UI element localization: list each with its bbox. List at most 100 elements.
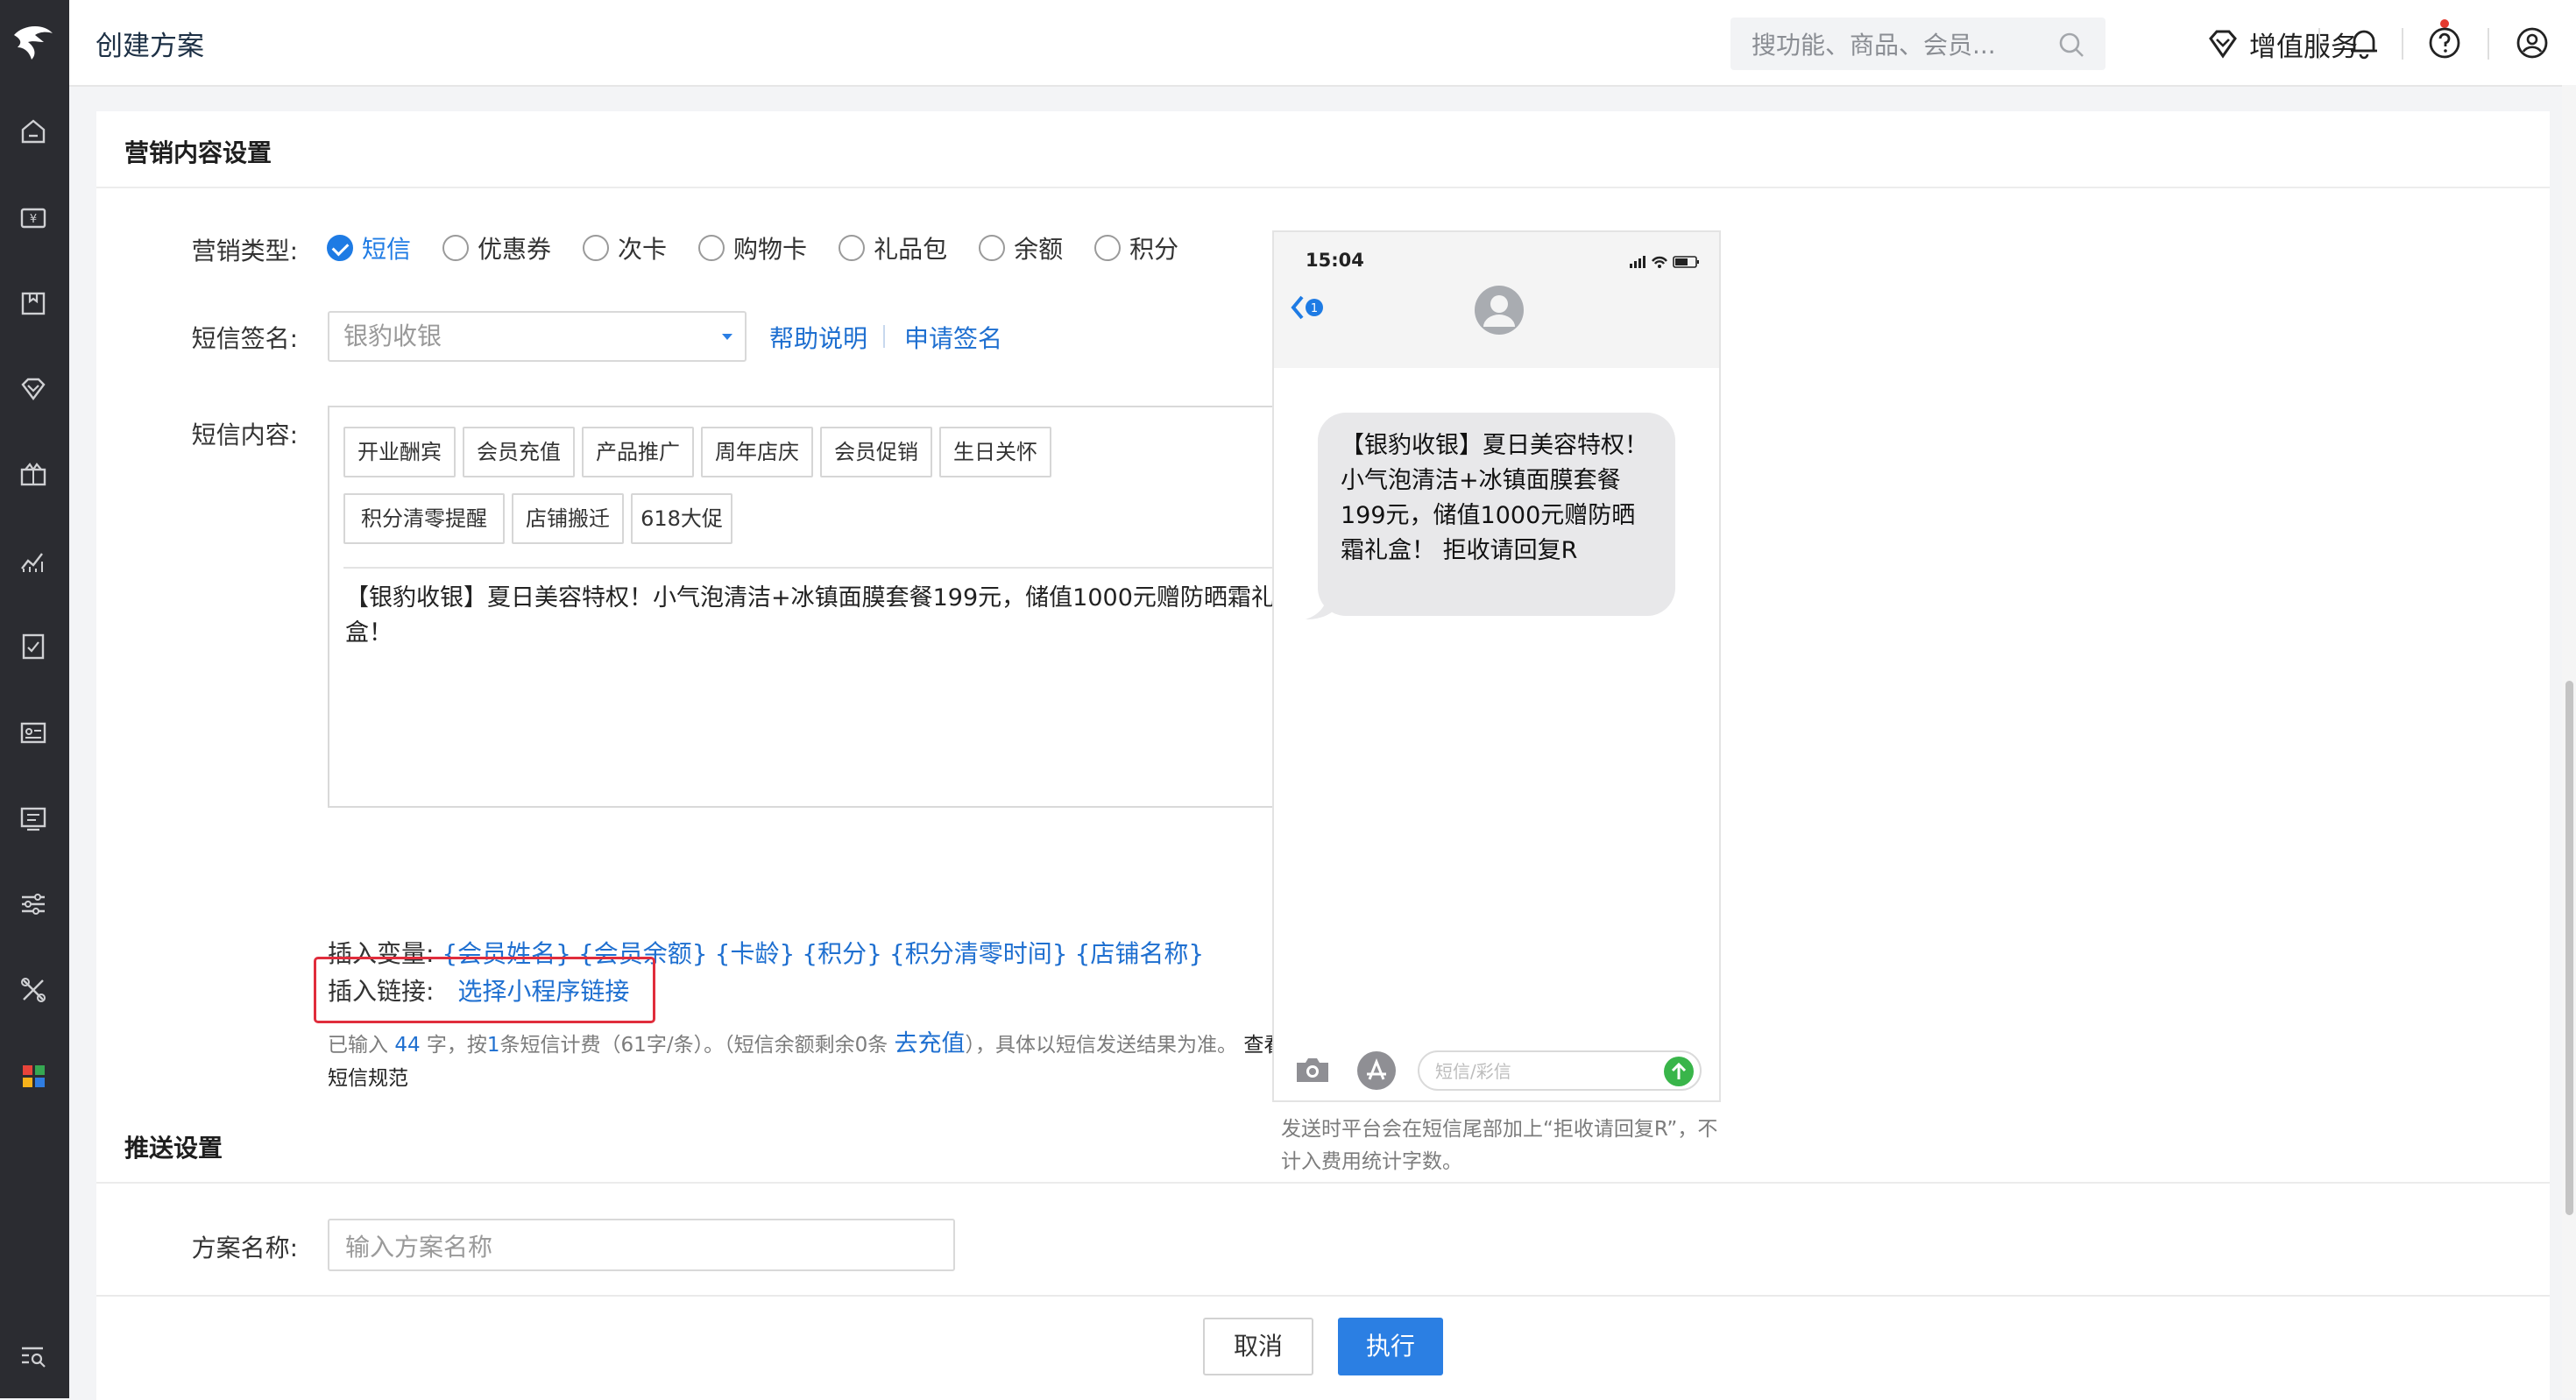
phone-message-input bbox=[1433, 1057, 1647, 1085]
search-icon[interactable] bbox=[2056, 30, 2086, 60]
template-button[interactable]: 开业酬宾 bbox=[343, 427, 456, 477]
report-chart-icon[interactable] bbox=[16, 543, 51, 578]
sms-content-label: 短信内容: bbox=[191, 421, 298, 449]
highlight-box bbox=[314, 957, 655, 1023]
section-divider bbox=[96, 187, 2550, 188]
section-title-push-settings: 推送设置 bbox=[124, 1134, 223, 1163]
radio-circle-icon bbox=[839, 235, 866, 261]
svg-text:¥: ¥ bbox=[30, 213, 37, 226]
template-button[interactable]: 生日关怀 bbox=[939, 427, 1051, 477]
template-button[interactable]: 产品推广 bbox=[582, 427, 694, 477]
template-button[interactable]: 店铺搬迁 bbox=[512, 493, 624, 544]
marketing-icon[interactable] bbox=[16, 457, 51, 492]
radio-circle-icon bbox=[442, 235, 470, 261]
radio-gift-pack[interactable]: 礼品包 bbox=[839, 230, 947, 265]
template-button[interactable]: 会员充值 bbox=[463, 427, 575, 477]
action-footer: 取消 执行 bbox=[96, 1295, 2550, 1400]
send-arrow-icon bbox=[1664, 1057, 1694, 1086]
marketing-type-label: 营销类型: bbox=[191, 237, 298, 265]
help-icon[interactable] bbox=[2426, 25, 2463, 61]
signature-select[interactable]: 银豹收银 bbox=[328, 311, 747, 362]
template-button[interactable]: 会员促销 bbox=[820, 427, 932, 477]
sms-content-textarea[interactable] bbox=[343, 579, 1284, 793]
hint-text: 条短信计费（61字/条）。（短信余额剩余0条 bbox=[499, 1034, 888, 1057]
editor-divider bbox=[343, 567, 1281, 569]
radio-times-card[interactable]: 次卡 bbox=[583, 230, 667, 265]
execute-button[interactable]: 执行 bbox=[1338, 1318, 1443, 1375]
sms-count: 1 bbox=[486, 1034, 500, 1057]
radio-sms[interactable]: 短信 bbox=[327, 230, 411, 265]
variable-store-name[interactable]: {店铺名称} bbox=[1075, 939, 1205, 968]
user-account-icon[interactable] bbox=[2514, 25, 2551, 61]
sms-preview-bubble: 【银豹收银】夏日美容特权！小气泡清洁+冰镇面膜套餐199元，储值1000元赠防晒… bbox=[1318, 413, 1675, 616]
search-input[interactable] bbox=[1750, 26, 2042, 63]
value-added-services-button[interactable]: 增值服务 bbox=[2205, 21, 2358, 67]
settings-sliders-icon[interactable] bbox=[16, 887, 51, 922]
phone-status-icons bbox=[1630, 256, 1699, 268]
signature-label: 短信签名: bbox=[191, 324, 298, 353]
employee-card-icon[interactable] bbox=[16, 715, 51, 750]
value-added-services-label: 增值服务 bbox=[2249, 31, 2358, 63]
radio-checked-icon bbox=[327, 235, 353, 261]
template-button[interactable]: 周年店庆 bbox=[701, 427, 813, 477]
radio-circle-icon bbox=[698, 235, 725, 261]
cancel-button[interactable]: 取消 bbox=[1203, 1318, 1313, 1375]
signature-select-value: 银豹收银 bbox=[343, 322, 442, 350]
hint-text: 已输入 bbox=[328, 1034, 388, 1057]
help-link[interactable]: 帮助说明 bbox=[769, 320, 867, 355]
member-icon[interactable] bbox=[16, 371, 51, 407]
scrollbar-thumb[interactable] bbox=[2565, 681, 2573, 1215]
template-button[interactable]: 618大促 bbox=[631, 493, 732, 544]
receipt-icon[interactable] bbox=[16, 801, 51, 836]
diamond-icon bbox=[2209, 30, 2237, 59]
variable-card-age[interactable]: {卡龄} bbox=[715, 939, 796, 968]
back-chevron-icon[interactable]: 1 bbox=[1288, 292, 1334, 323]
chevron-down-icon bbox=[722, 334, 732, 340]
variable-points[interactable]: {积分} bbox=[802, 939, 882, 968]
contact-avatar-icon bbox=[1475, 286, 1524, 335]
page-scrollbar[interactable] bbox=[2562, 85, 2576, 1398]
cashier-icon[interactable]: ¥ bbox=[16, 200, 51, 235]
sms-editor: 开业酬宾 会员充值 产品推广 周年店庆 会员促销 生日关怀 积分清零提醒 店铺搬… bbox=[328, 406, 1295, 808]
variable-points-expiry[interactable]: {积分清零时间} bbox=[889, 939, 1068, 968]
product-icon[interactable] bbox=[16, 286, 51, 321]
recharge-link[interactable]: 去充值 bbox=[895, 1030, 966, 1057]
radio-points[interactable]: 积分 bbox=[1094, 230, 1178, 265]
plan-name-label: 方案名称: bbox=[191, 1234, 298, 1262]
hint-text: ），具体以短信发送结果为准。 bbox=[965, 1034, 1238, 1057]
radio-balance[interactable]: 余额 bbox=[979, 230, 1063, 265]
back-badge: 1 bbox=[1311, 302, 1318, 315]
plan-name-input[interactable] bbox=[343, 1228, 943, 1265]
radio-shopping-card[interactable]: 购物卡 bbox=[698, 230, 807, 265]
bell-icon[interactable] bbox=[2346, 25, 2382, 61]
home-icon[interactable] bbox=[16, 114, 51, 149]
phone-preview: 15:04 1 【银豹收银】夏日美容特权！小气泡清洁+冰镇面膜套餐199元，储值… bbox=[1272, 230, 1721, 1102]
phone-message-field bbox=[1418, 1050, 1702, 1091]
phone-time: 15:04 bbox=[1306, 250, 1364, 271]
char-count: 44 bbox=[394, 1034, 421, 1057]
app-logo-icon[interactable] bbox=[9, 16, 58, 65]
apps-grid-icon[interactable] bbox=[16, 1058, 51, 1093]
camera-icon bbox=[1297, 1058, 1328, 1082]
left-nav-rail: ¥ bbox=[0, 0, 69, 1398]
section-title-marketing-content: 营销内容设置 bbox=[124, 138, 272, 167]
radio-circle-icon bbox=[979, 235, 1006, 261]
global-search[interactable] bbox=[1730, 18, 2105, 70]
section-divider bbox=[96, 1182, 2550, 1184]
radio-coupon[interactable]: 优惠券 bbox=[442, 230, 551, 265]
sms-count-hint: 已输入 44 字，按1条短信计费（61字/条）。（短信余额剩余0条 去充值），具… bbox=[328, 1028, 1300, 1095]
plan-name-field[interactable] bbox=[328, 1219, 955, 1271]
template-button[interactable]: 积分清零提醒 bbox=[343, 493, 505, 544]
apply-signature-link[interactable]: 申请签名 bbox=[904, 320, 1002, 355]
phone-preview-note: 发送时平台会在短信尾部加上“拒收请回复R”，不计入费用统计字数。 bbox=[1281, 1118, 1718, 1173]
content-card: 营销内容设置 营销类型: 短信 优惠券 次卡 购物卡 礼品包 余额 积分 短信签… bbox=[96, 111, 2550, 1398]
phone-header: 15:04 1 bbox=[1274, 232, 1719, 368]
header-divider bbox=[2402, 28, 2403, 60]
collapse-menu-search-icon[interactable] bbox=[16, 1339, 51, 1374]
header-divider bbox=[2318, 28, 2320, 60]
header-divider bbox=[2488, 28, 2489, 60]
app-store-icon bbox=[1357, 1051, 1396, 1090]
top-header: 创建方案 增值服务 bbox=[69, 0, 2576, 87]
document-icon[interactable] bbox=[16, 629, 51, 664]
tools-icon[interactable] bbox=[16, 972, 51, 1008]
